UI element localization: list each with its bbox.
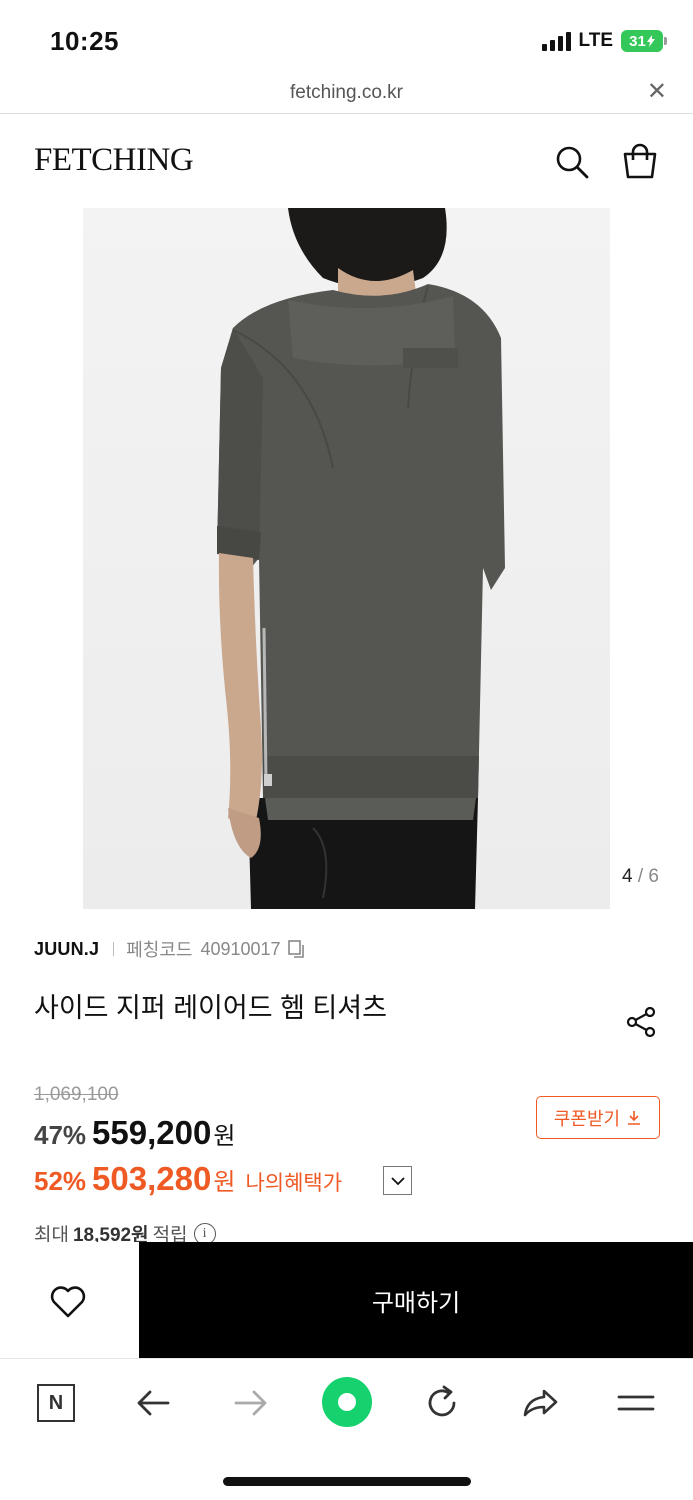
- gallery-total: 6: [648, 866, 659, 887]
- gallery-divider: /: [637, 866, 644, 887]
- battery-icon: 31: [621, 30, 667, 52]
- sale-price: 559,200: [92, 1114, 212, 1151]
- member-price: 503,280: [92, 1160, 212, 1197]
- product-image[interactable]: [83, 208, 610, 909]
- signal-icon: [541, 31, 571, 51]
- share-arrow-icon[interactable]: [518, 1381, 562, 1425]
- refresh-icon[interactable]: [420, 1381, 464, 1425]
- benefit-expand-button[interactable]: [383, 1166, 412, 1195]
- naver-letter: N: [37, 1384, 75, 1422]
- purchase-bar: 구매하기: [0, 1242, 693, 1358]
- divider: [113, 942, 115, 956]
- network-label: LTE: [578, 30, 613, 51]
- brand-row: JUUN.J 페칭코드 40910017: [34, 936, 307, 962]
- coupon-button[interactable]: 쿠폰받기: [536, 1096, 660, 1139]
- site-header: FETCHING: [0, 114, 693, 208]
- product-code: 40910017: [200, 938, 281, 959]
- original-price: 1,069,100: [34, 1084, 119, 1105]
- member-discount-rate: 52%: [34, 1166, 87, 1196]
- member-benefit-label: 나의혜택가: [245, 1172, 343, 1195]
- close-icon[interactable]: ✕: [647, 80, 667, 104]
- back-arrow-icon[interactable]: [132, 1381, 176, 1425]
- copy-icon[interactable]: [287, 939, 307, 959]
- share-icon[interactable]: [623, 1004, 659, 1040]
- forward-arrow-icon[interactable]: [228, 1381, 272, 1425]
- gallery-counter: 4 / 6: [622, 866, 659, 888]
- url-text[interactable]: fetching.co.kr: [0, 82, 693, 104]
- status-right: LTE 31: [541, 30, 667, 52]
- battery-level: 31: [629, 32, 646, 50]
- buy-button[interactable]: 구매하기: [139, 1242, 693, 1358]
- currency-label: 원: [213, 1123, 236, 1150]
- green-dot-icon[interactable]: [322, 1377, 372, 1427]
- home-indicator: [223, 1477, 471, 1486]
- status-bar: 10:25 LTE 31: [0, 0, 693, 78]
- product-code-label: 페칭코드: [126, 940, 193, 960]
- naver-icon[interactable]: N: [34, 1381, 78, 1425]
- menu-icon[interactable]: [614, 1381, 658, 1425]
- status-time: 10:25: [50, 26, 119, 56]
- search-icon[interactable]: [552, 142, 592, 182]
- product-photo-illustration: [83, 208, 610, 909]
- sale-price-row: 47% 559,200 원: [34, 1114, 235, 1152]
- member-price-row: 52% 503,280 원 나의혜택가: [34, 1160, 342, 1198]
- shopping-bag-icon[interactable]: [620, 142, 660, 182]
- gallery-current: 4: [622, 866, 633, 887]
- brand-name[interactable]: JUUN.J: [34, 939, 99, 960]
- green-dot-center: [338, 1393, 356, 1411]
- download-icon: [628, 1110, 641, 1125]
- browser-url-bar: fetching.co.kr ✕: [0, 78, 693, 114]
- fetching-logo[interactable]: FETCHING: [34, 142, 194, 179]
- product-title: 사이드 지퍼 레이어드 헴 티셔츠: [34, 993, 387, 1023]
- member-currency-label: 원: [213, 1169, 236, 1196]
- discount-rate: 47%: [34, 1120, 87, 1150]
- coupon-label: 쿠폰받기: [553, 1108, 621, 1129]
- chevron-down-icon: [390, 1176, 405, 1185]
- heart-icon[interactable]: [48, 1282, 88, 1322]
